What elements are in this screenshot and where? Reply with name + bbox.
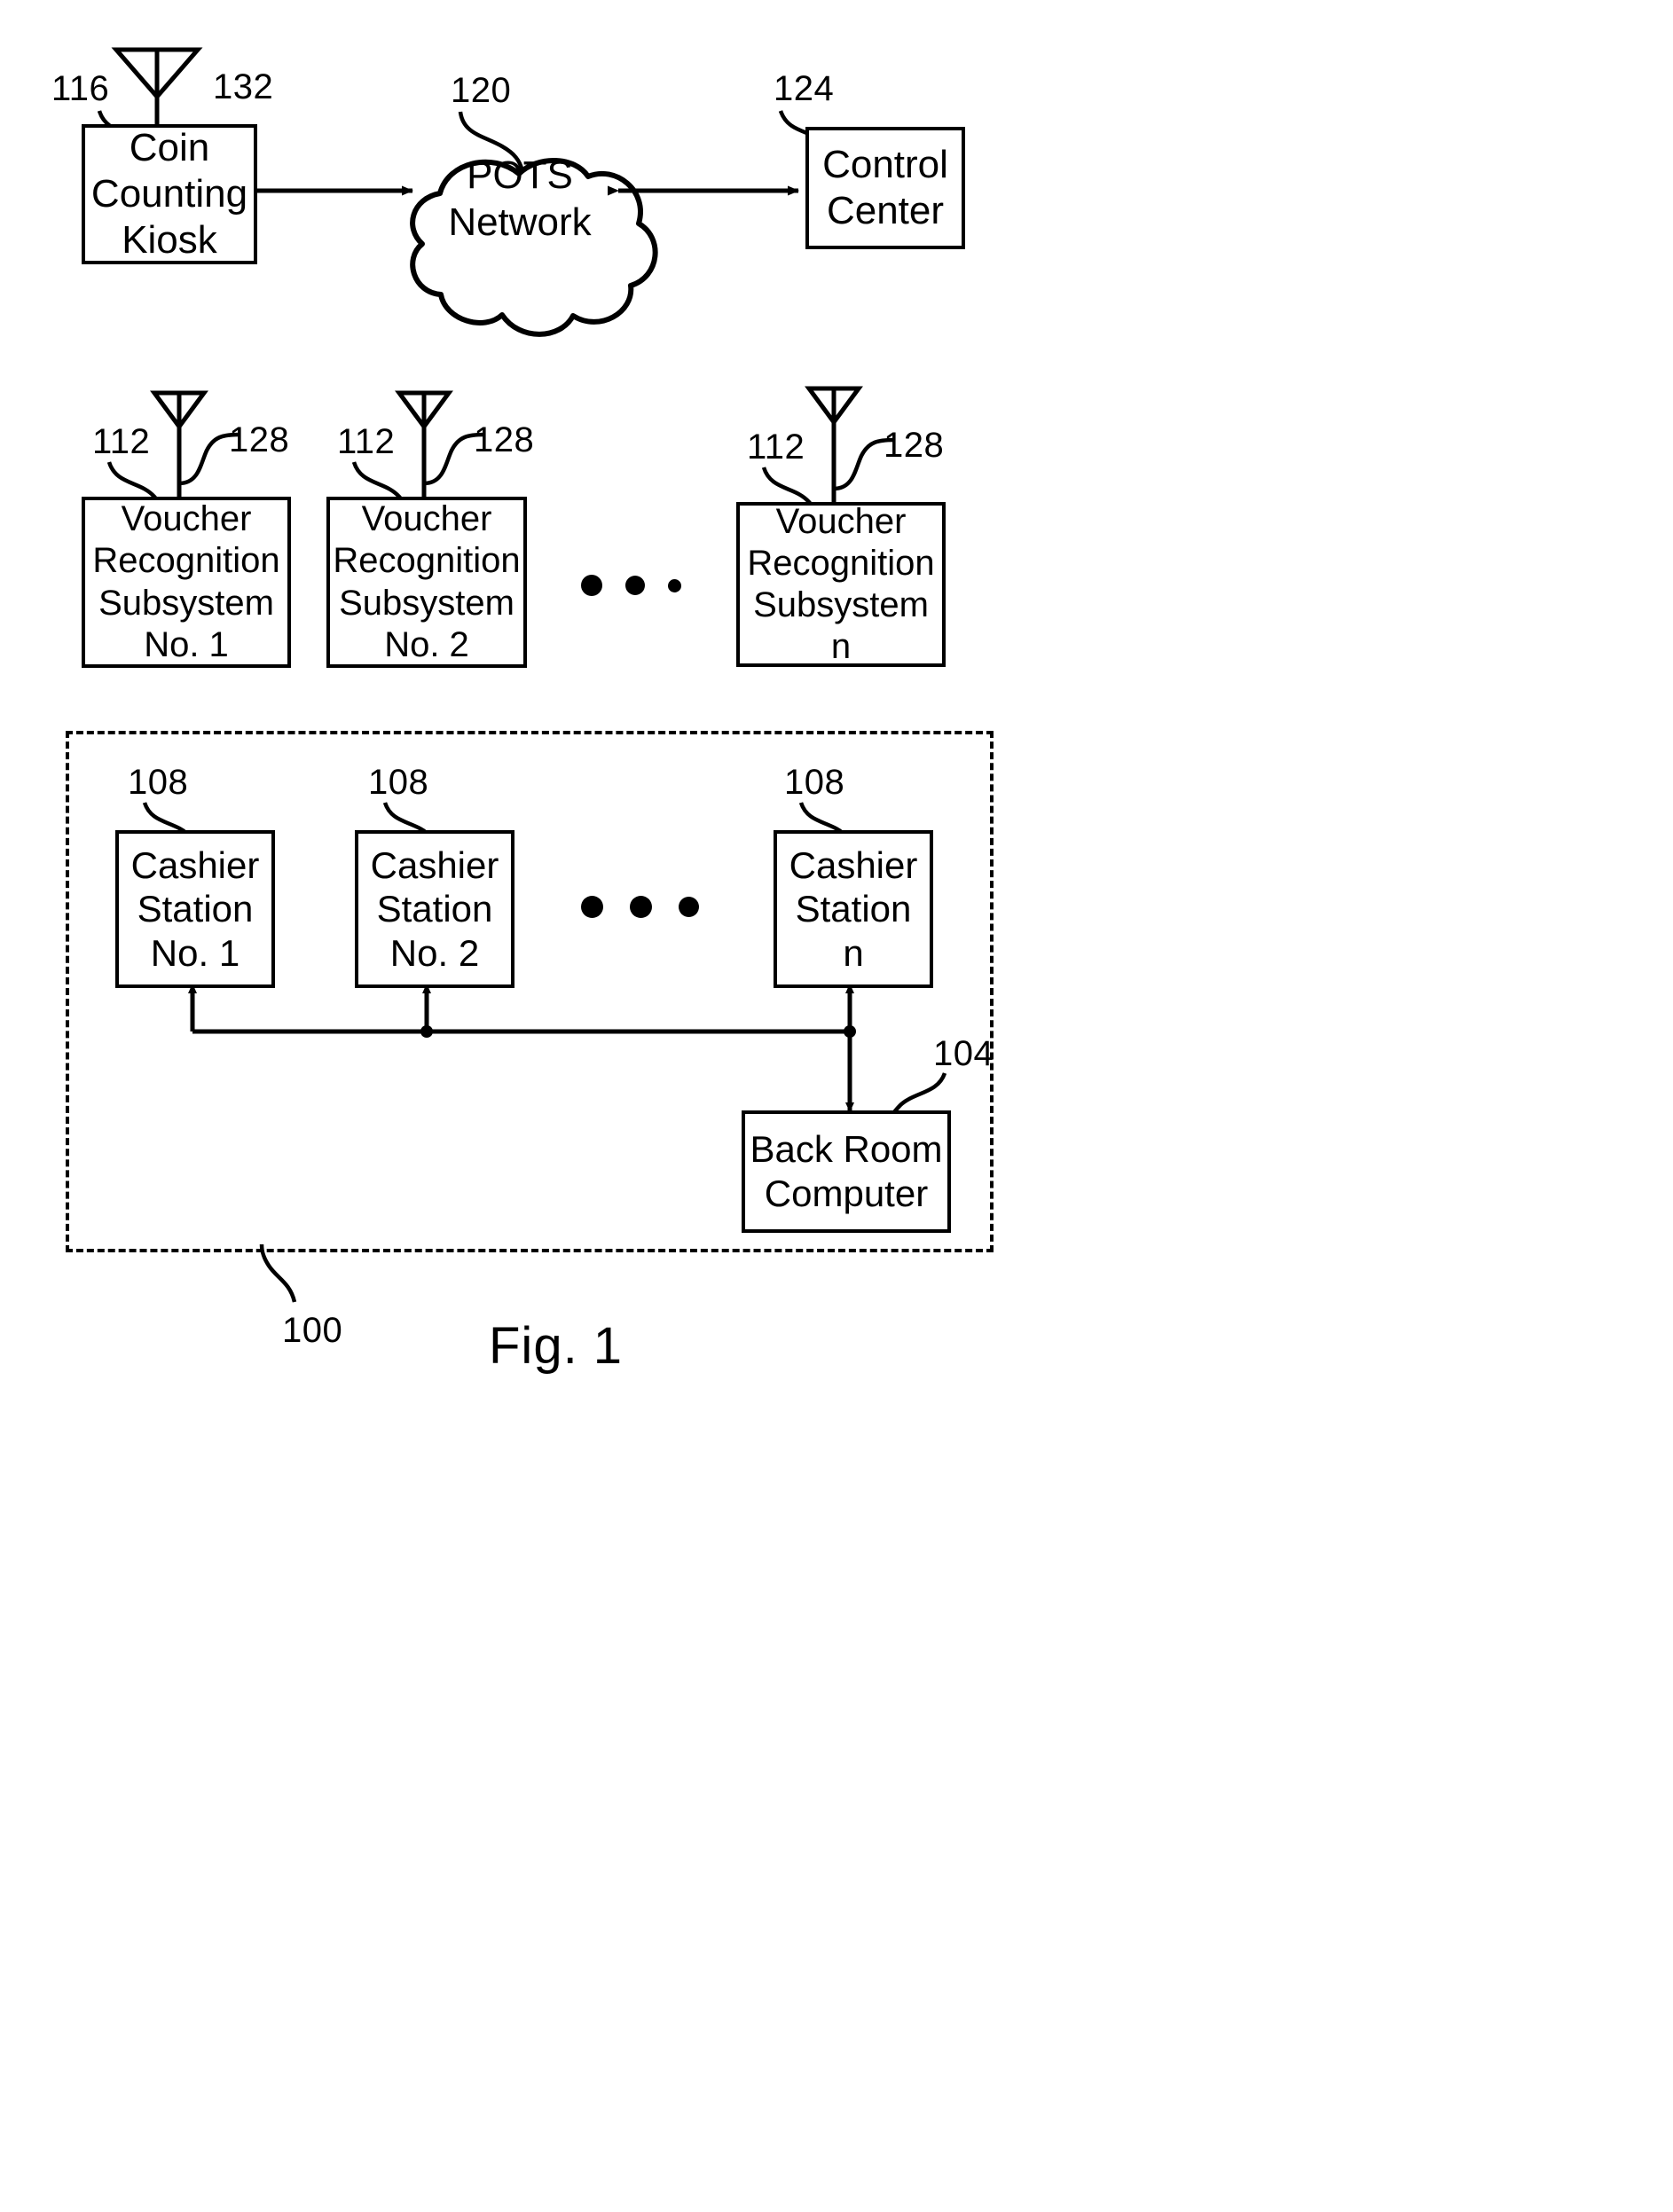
control-center-box[interactable]: Control Center bbox=[805, 127, 965, 249]
voucher-recognition-subsystem-2-label: Voucher Recognition Subsystem No. 2 bbox=[333, 499, 521, 664]
ref-label-128-1: 128 bbox=[229, 420, 290, 459]
ref-label-128-3: 128 bbox=[884, 426, 945, 465]
ref-label-112-3: 112 bbox=[747, 427, 805, 467]
coin-counting-kiosk-box[interactable]: Coin Counting Kiosk bbox=[82, 124, 257, 264]
ref-label-100: 100 bbox=[282, 1311, 343, 1350]
cashier-station-1[interactable]: Cashier Station No. 1 bbox=[115, 830, 275, 988]
figure-caption: Fig. 1 bbox=[489, 1317, 624, 1375]
cashier-station-n-label: Cashier Station n bbox=[789, 843, 918, 974]
ref-label-128-2: 128 bbox=[474, 420, 535, 459]
voucher-recognition-subsystem-1[interactable]: Voucher Recognition Subsystem No. 1 bbox=[82, 497, 291, 668]
cashier-station-1-label: Cashier Station No. 1 bbox=[130, 843, 260, 974]
control-center-label: Control Center bbox=[822, 143, 948, 232]
back-room-computer-box[interactable]: Back Room Computer bbox=[742, 1110, 951, 1233]
back-room-computer-label: Back Room Computer bbox=[750, 1128, 943, 1214]
voucher-antenna-icon-3 bbox=[805, 386, 863, 504]
voucher-row-ellipsis bbox=[581, 575, 681, 596]
cashier-row-ellipsis bbox=[581, 896, 699, 918]
ref-label-120: 120 bbox=[451, 71, 512, 110]
ref-label-116: 116 bbox=[51, 69, 110, 108]
cashier-station-n[interactable]: Cashier Station n bbox=[774, 830, 933, 988]
ref-label-132: 132 bbox=[213, 67, 274, 106]
ref-label-112-2: 112 bbox=[337, 422, 396, 461]
ref-label-112-1: 112 bbox=[92, 422, 151, 461]
cashier-station-2[interactable]: Cashier Station No. 2 bbox=[355, 830, 514, 988]
leader-100 bbox=[259, 1243, 297, 1303]
pots-network-label: POTS Network bbox=[448, 153, 592, 244]
voucher-recognition-subsystem-n-label: Voucher Recognition Subsystem n bbox=[747, 501, 935, 667]
voucher-recognition-subsystem-1-label: Voucher Recognition Subsystem No. 1 bbox=[92, 499, 280, 664]
coin-counting-kiosk-label: Coin Counting Kiosk bbox=[90, 126, 248, 262]
voucher-recognition-subsystem-n[interactable]: Voucher Recognition Subsystem n bbox=[736, 502, 946, 667]
voucher-recognition-subsystem-2[interactable]: Voucher Recognition Subsystem No. 2 bbox=[326, 497, 527, 668]
ref-label-124: 124 bbox=[774, 69, 835, 108]
patent-figure-canvas: 116 132 120 124 112 128 112 128 112 128 … bbox=[0, 0, 1673, 2212]
cashier-station-2-label: Cashier Station No. 2 bbox=[370, 843, 499, 974]
